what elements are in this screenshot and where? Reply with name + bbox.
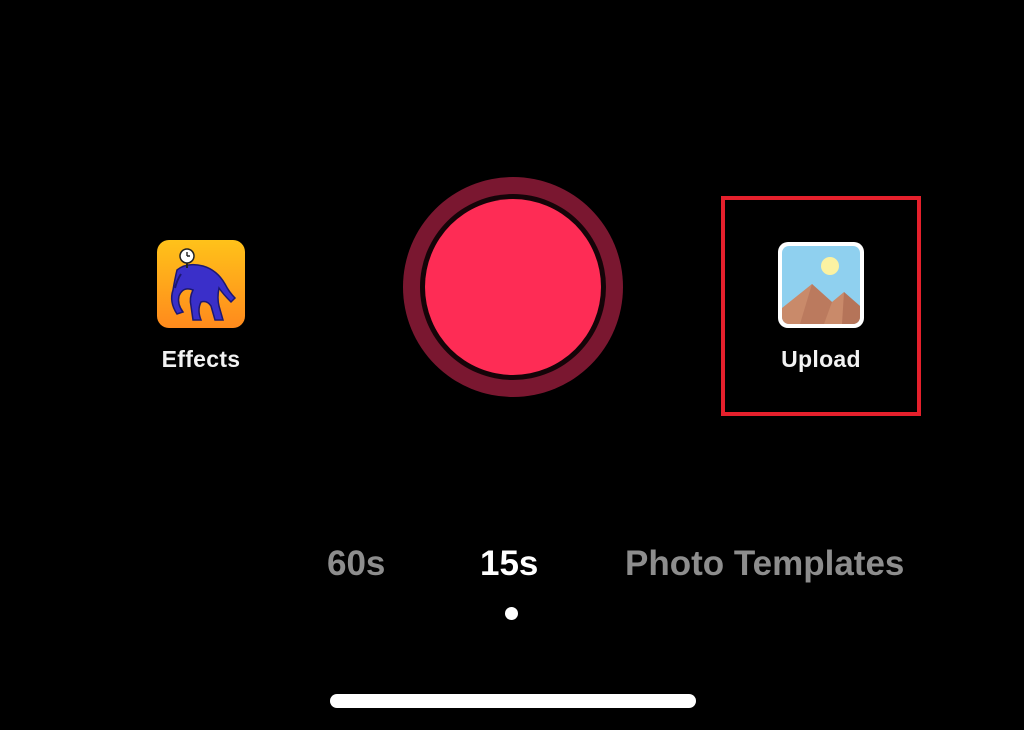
upload-label: Upload	[781, 346, 861, 372]
home-indicator[interactable]	[330, 694, 696, 708]
gallery-landscape-icon	[778, 242, 864, 328]
camera-screen: Effects Upload 60s 15s Photo Templates	[0, 0, 1024, 730]
effects-character-icon	[157, 240, 245, 328]
effects-button[interactable]: Effects	[140, 240, 262, 373]
mode-selector: 60s 15s Photo Templates	[0, 544, 1024, 594]
mode-photo-templates[interactable]: Photo Templates	[625, 544, 904, 584]
record-core	[425, 199, 601, 375]
record-button[interactable]	[403, 177, 623, 397]
mode-15s[interactable]: 15s	[480, 544, 538, 584]
effects-label: Effects	[161, 346, 241, 372]
selected-mode-indicator	[505, 607, 518, 620]
mode-60s[interactable]: 60s	[327, 544, 385, 584]
upload-button[interactable]: Upload	[746, 242, 896, 373]
